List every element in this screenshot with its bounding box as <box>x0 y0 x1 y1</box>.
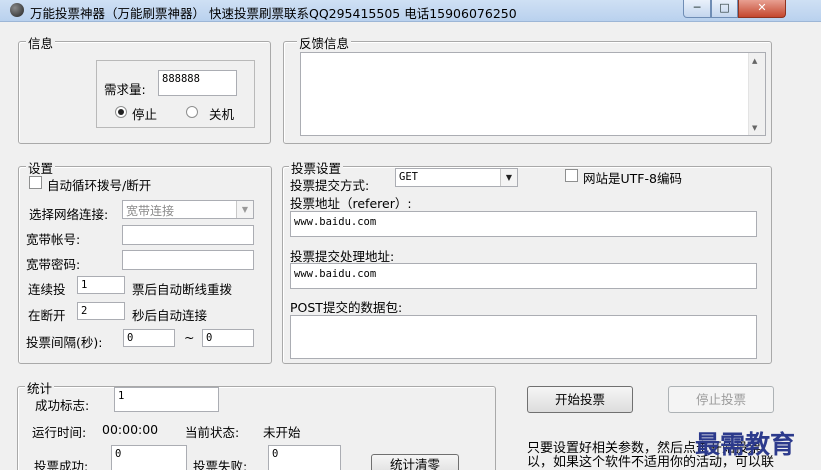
disconnect-input[interactable]: 2 <box>77 302 125 320</box>
disconnect-label: 在断开 <box>28 308 66 323</box>
continuous-suffix: 票后自动断线重拨 <box>132 282 233 297</box>
stop-vote-button[interactable]: 停止投票 <box>668 386 774 413</box>
feedback-scrollbar[interactable] <box>748 53 765 135</box>
app-icon <box>10 3 24 17</box>
watermark-logo: 最需教育 <box>695 430 796 459</box>
fail-count-field: 0 <box>268 445 341 470</box>
stop-radio-label: 停止 <box>132 107 158 122</box>
interval-separator: ~ <box>184 330 195 345</box>
success-flag-input[interactable]: 1 <box>114 387 219 412</box>
feedback-legend: 反馈信息 <box>297 33 352 52</box>
handler-input[interactable]: www.baidu.com <box>290 263 757 289</box>
start-vote-button[interactable]: 开始投票 <box>527 386 633 413</box>
maximize-button[interactable]: □ <box>711 0 738 18</box>
utf8-checkbox[interactable] <box>565 169 578 182</box>
post-label: POST提交的数据包: <box>290 300 403 315</box>
interval-from-input[interactable]: 0 <box>123 329 175 347</box>
auto-redial-checkbox[interactable] <box>29 176 42 189</box>
demand-input[interactable]: 888888 <box>158 70 237 96</box>
account-input[interactable] <box>122 225 254 245</box>
network-select[interactable]: 宽带连接 <box>122 200 254 219</box>
clear-stats-button[interactable]: 统计清零 <box>371 454 459 470</box>
runtime-value: 00:00:00 <box>102 422 159 437</box>
demand-label: 需求量: <box>104 82 146 97</box>
network-chevron-down-icon[interactable]: ▼ <box>236 201 253 218</box>
stop-radio[interactable] <box>115 106 127 118</box>
status-value: 未开始 <box>263 425 301 440</box>
scroll-up-icon[interactable]: ▲ <box>752 57 757 65</box>
shutdown-radio[interactable] <box>186 106 198 118</box>
auto-redial-label: 自动循环拨号/断开 <box>47 178 152 193</box>
utf8-label: 网站是UTF-8编码 <box>583 171 682 186</box>
fail-count-label: 投票失败: <box>193 459 248 470</box>
disconnect-suffix: 秒后自动连接 <box>132 308 208 323</box>
info-legend: 信息 <box>26 33 56 52</box>
interval-to-input[interactable]: 0 <box>202 329 254 347</box>
method-label: 投票提交方式: <box>290 178 370 193</box>
interval-label: 投票间隔(秒): <box>26 335 103 350</box>
account-label: 宽带帐号: <box>26 232 81 247</box>
continuous-input[interactable]: 1 <box>77 276 125 294</box>
feedback-textarea[interactable] <box>300 52 766 136</box>
minimize-button[interactable]: ─ <box>683 0 711 18</box>
close-button[interactable]: ✕ <box>738 0 786 18</box>
password-label: 宽带密码: <box>26 257 81 272</box>
password-input[interactable] <box>122 250 254 270</box>
method-chevron-down-icon[interactable]: ▼ <box>500 169 517 186</box>
runtime-label: 运行时间: <box>32 425 87 440</box>
success-count-field: 0 <box>111 445 187 470</box>
window-title: 万能投票神器（万能刷票神器） 快速投票刷票联系QQ295415505 电话159… <box>30 6 517 21</box>
success-count-label: 投票成功: <box>34 459 89 470</box>
scroll-down-icon[interactable]: ▼ <box>752 124 757 132</box>
referer-input[interactable]: www.baidu.com <box>290 211 757 237</box>
referer-label: 投票地址（referer）: <box>290 196 412 211</box>
post-data-textarea[interactable] <box>290 315 757 359</box>
success-flag-label: 成功标志: <box>35 398 90 413</box>
shutdown-radio-label: 关机 <box>209 107 235 122</box>
continuous-label: 连续投 <box>28 282 66 297</box>
network-label: 选择网络连接: <box>29 207 109 222</box>
status-label: 当前状态: <box>185 425 240 440</box>
